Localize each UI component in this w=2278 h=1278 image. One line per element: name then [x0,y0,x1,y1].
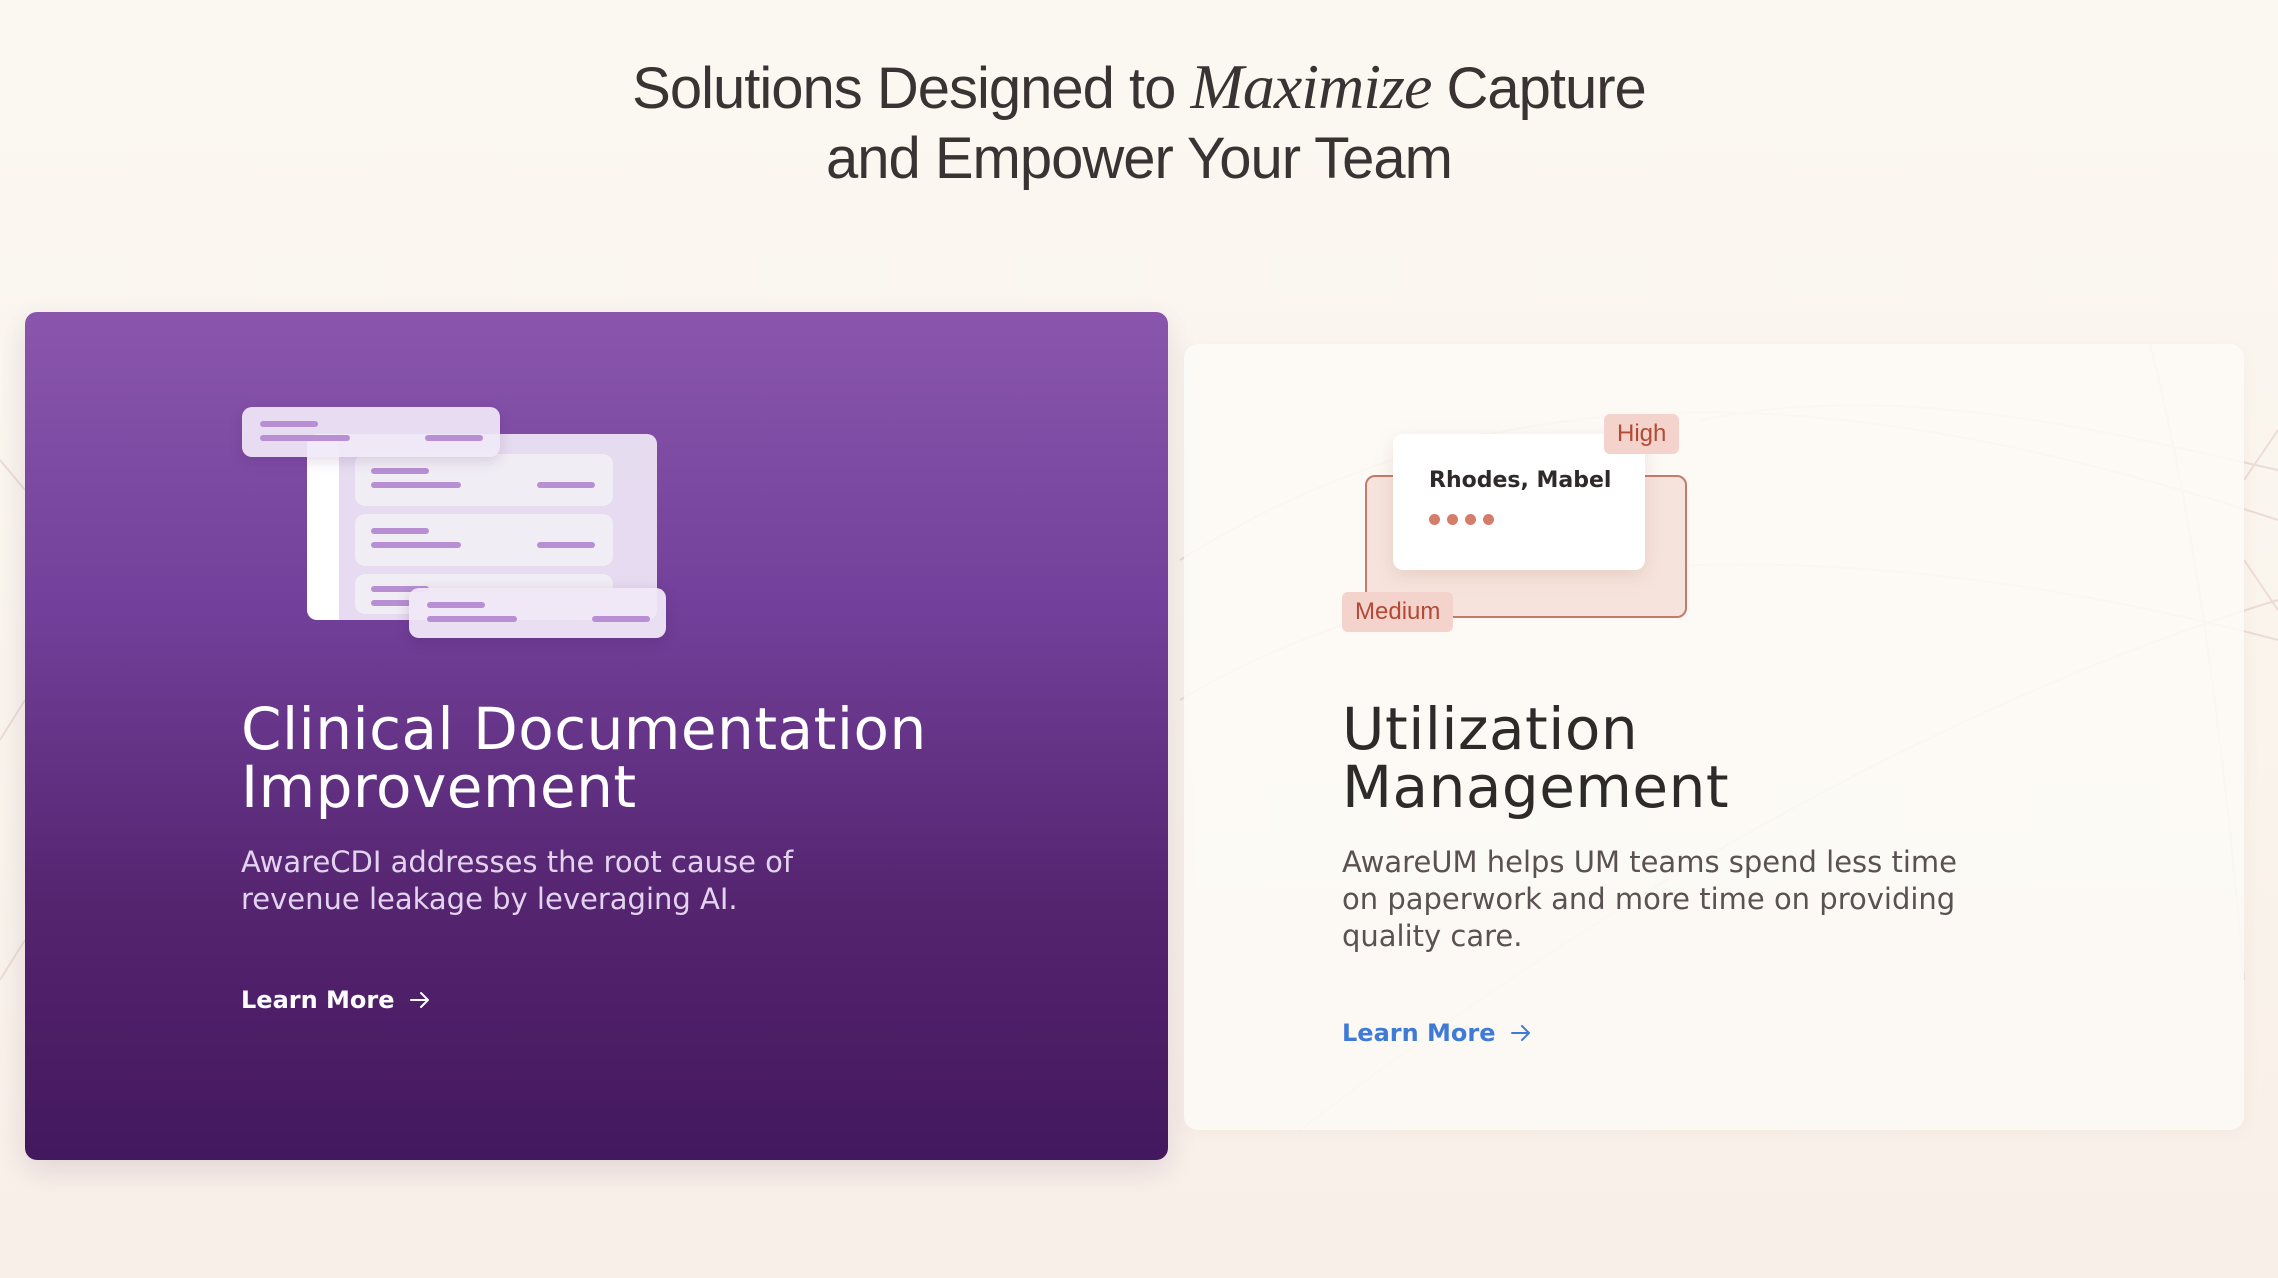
priority-badge-medium: Medium [1342,592,1454,632]
priority-badge-high: High [1604,414,1680,454]
cdi-description: AwareCDI addresses the root cause of rev… [241,844,793,918]
headline-emphasis: Maximize [1190,51,1433,122]
patient-card: Rhodes, Mabel [1393,434,1645,570]
um-desc-line-1: AwareUM helps UM teams spend less time [1342,845,1958,879]
um-desc-line-2: on paperwork and more time on providing [1342,882,1956,916]
cdi-title-line-1: Clinical Documentation [241,695,927,763]
cdi-desc-line-2: revenue leakage by leveraging AI. [241,882,738,916]
um-learn-more-label: Learn More [1342,1019,1496,1047]
cdi-desc-line-1: AwareCDI addresses the root cause of [241,845,794,879]
cdi-learn-more-link[interactable]: Learn More [241,986,431,1014]
um-card[interactable]: Rhodes, Mabel High Medium Utilization Ma… [1184,344,2244,1130]
headline-text: Solutions Designed to [632,56,1191,121]
um-title: Utilization Management [1342,700,1729,816]
um-title-line-1: Utilization [1342,695,1639,763]
headline-text: Capture [1431,56,1646,121]
headline-line-2: and Empower Your Team [825,126,1453,191]
cdi-learn-more-label: Learn More [241,986,395,1014]
arrow-right-icon [409,992,429,1008]
um-learn-more-link[interactable]: Learn More [1342,1019,1532,1047]
cdi-card[interactable]: Clinical Documentation Improvement Aware… [25,312,1168,1160]
section-headline: Solutions Designed to Maximize Capture a… [0,52,2278,194]
dots-icon [1429,514,1494,525]
arrow-right-icon [1510,1025,1530,1041]
um-desc-line-3: quality care. [1342,919,1523,953]
headline-line-1: Solutions Designed to Maximize Capture [0,52,2278,124]
um-title-line-2: Management [1342,753,1730,821]
um-description: AwareUM helps UM teams spend less time o… [1342,844,1957,955]
patient-name: Rhodes, Mabel [1429,468,1612,493]
cdi-title: Clinical Documentation Improvement [241,700,927,816]
cdi-title-line-2: Improvement [241,753,637,821]
